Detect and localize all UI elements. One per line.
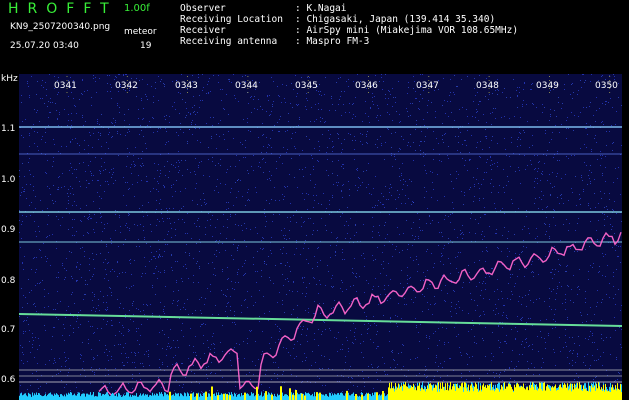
hrofft-window: HROFFT 1.00f KN9_2507200340.png 25.07.20… [0,0,629,400]
info-value: : Chigasaki, Japan (139.414 35.340) [295,14,496,25]
y-tick-label: 0.8 [1,276,16,286]
x-tick-label: 0347 [416,81,439,91]
x-tick-label: 0343 [175,81,198,91]
spectrogram-plot [19,74,622,400]
info-value: : K.Nagai [295,3,347,14]
y-tick-label: 0.9 [1,225,16,235]
info-row-receiver: Receiver : AirSpy mini (Miakejima VOR 108… [180,25,518,36]
info-value: : Maspro FM-3 [295,36,370,47]
x-tick-label: 0344 [235,81,258,91]
meteor-count: 19 [140,41,152,51]
x-tick-label: 0346 [355,81,378,91]
version-label: 1.00f [124,3,150,14]
info-key: Receiving antenna [180,36,278,47]
noise-layer [19,74,622,400]
app-title: HROFFT [8,1,118,17]
info-row-antenna: Receiving antenna : Maspro FM-3 [180,36,518,47]
x-tick-label: 0342 [115,81,138,91]
y-axis-unit: kHz [1,74,18,84]
x-tick-label: 0348 [476,81,499,91]
station-info: Observer : K.Nagai Receiving Location : Ch… [180,3,518,47]
info-row-location: Receiving Location : Chigasaki, Japan (13… [180,14,518,25]
x-tick-label: 0350 [595,81,618,91]
y-tick-label: 0.6 [1,375,16,385]
info-key: Receiving Location [180,14,283,25]
x-tick-label: 0349 [536,81,559,91]
y-tick-label: 1.0 [1,175,16,185]
meteor-label: meteor [124,27,157,37]
info-row-observer: Observer : K.Nagai [180,3,518,14]
info-key: Observer [180,3,226,14]
info-key: Receiver [180,25,226,36]
y-tick-label: 1.1 [1,124,16,134]
x-tick-label: 0345 [295,81,318,91]
info-value: : AirSpy mini (Miakejima VOR 108.65MHz) [295,25,519,36]
filename-label: KN9_2507200340.png [10,22,111,32]
x-tick-label: 0341 [54,81,77,91]
spectrogram-canvas [19,74,622,400]
y-tick-label: 0.7 [1,325,16,335]
datetime-label: 25.07.20 03:40 [10,41,79,51]
